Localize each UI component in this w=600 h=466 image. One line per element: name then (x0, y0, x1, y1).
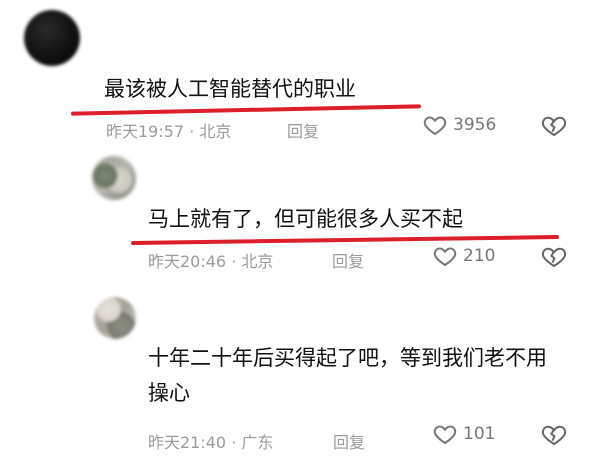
avatar[interactable] (92, 156, 136, 200)
like-button[interactable]: 3956 (423, 114, 496, 136)
comment-text: 十年二十年后买得起了吧，等到我们老不用操心 (148, 346, 547, 405)
broken-heart-icon[interactable] (541, 423, 567, 447)
heart-outline-icon (433, 425, 457, 445)
reply-button[interactable]: 回复 (287, 118, 319, 142)
broken-heart-icon[interactable] (541, 245, 567, 269)
comment-meta: 昨天20:46 · 北京 (148, 252, 274, 271)
like-count: 210 (463, 246, 496, 266)
comment-text: 马上就有了，但可能很多人买不起 (148, 207, 463, 231)
comment-text: 最该被人工智能替代的职业 (104, 77, 356, 101)
like-button[interactable]: 101 (433, 423, 495, 445)
like-button[interactable]: 210 (433, 245, 495, 267)
comment-meta: 昨天21:40 · 广东 (148, 433, 274, 452)
avatar[interactable] (94, 297, 136, 339)
heart-outline-icon (423, 116, 447, 136)
broken-heart-icon[interactable] (541, 114, 567, 138)
reply-button[interactable]: 回复 (333, 429, 365, 453)
avatar[interactable] (24, 10, 80, 66)
like-count: 3956 (453, 115, 497, 135)
like-count: 101 (463, 424, 496, 444)
comment-meta: 昨天19:57 · 北京 (106, 122, 232, 141)
reply-button[interactable]: 回复 (332, 248, 364, 272)
heart-outline-icon (433, 247, 457, 267)
